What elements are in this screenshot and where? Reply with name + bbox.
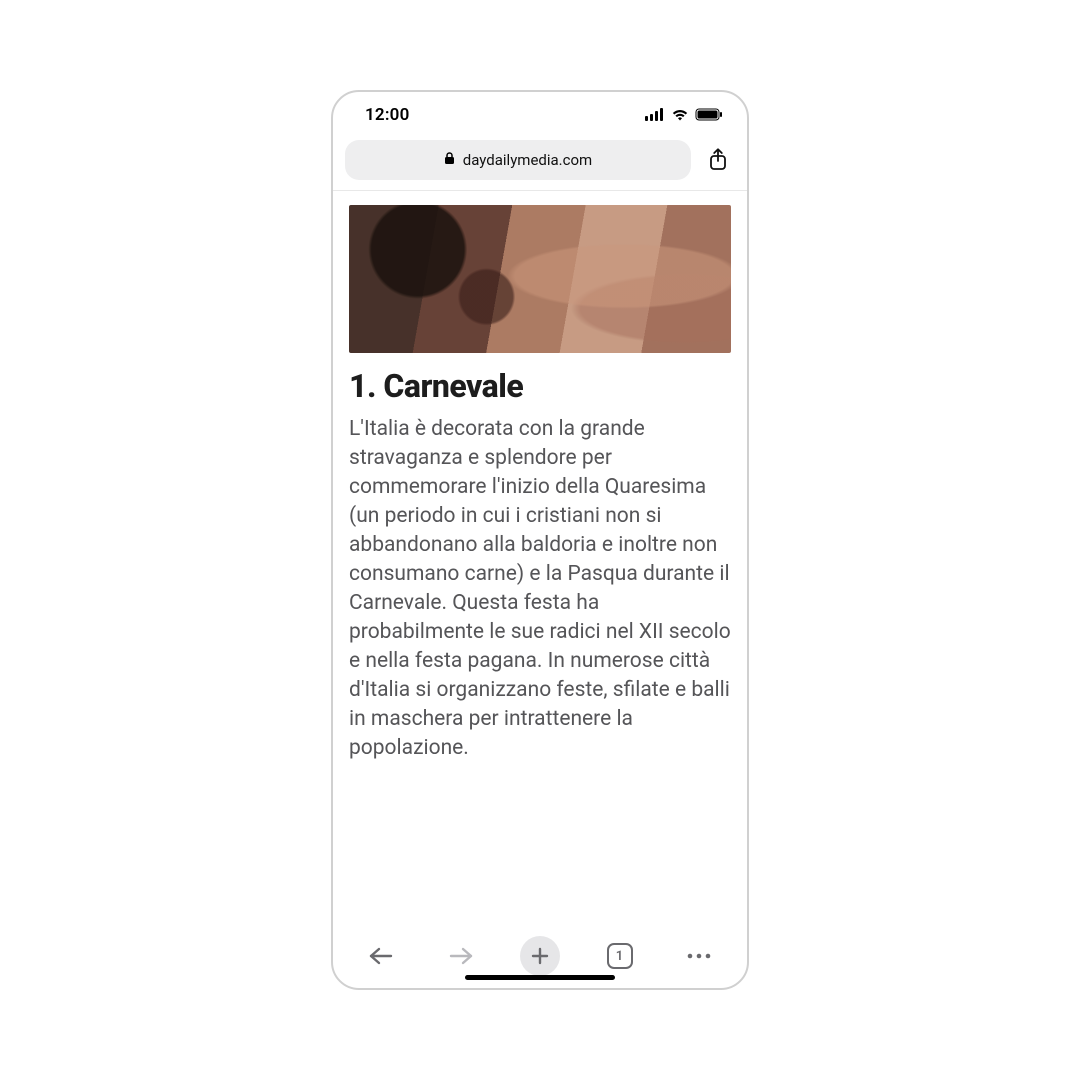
- article-hero-image: [349, 205, 731, 353]
- new-tab-button[interactable]: [520, 936, 560, 976]
- status-time: 12:00: [365, 105, 409, 125]
- share-button[interactable]: [701, 143, 735, 177]
- wifi-icon: [671, 106, 689, 125]
- home-indicator[interactable]: [465, 975, 615, 980]
- battery-icon: [695, 106, 723, 125]
- page-content[interactable]: 1. Carnevale L'Italia è decorata con la …: [333, 191, 747, 924]
- tabs-count-badge: 1: [607, 943, 633, 969]
- url-domain: daydailymedia.com: [463, 151, 592, 169]
- cellular-icon: [645, 106, 665, 125]
- phone-frame: 12:00: [331, 90, 749, 990]
- article-title: 1. Carnevale: [349, 367, 731, 405]
- forward-button[interactable]: [441, 936, 481, 976]
- status-icons: [645, 106, 723, 125]
- article-body: L'Italia è decorata con la grande strava…: [349, 415, 731, 763]
- menu-button[interactable]: [679, 936, 719, 976]
- back-button[interactable]: [361, 936, 401, 976]
- status-bar: 12:00: [333, 92, 747, 138]
- lock-icon: [444, 151, 455, 169]
- tabs-button[interactable]: 1: [600, 936, 640, 976]
- browser-chrome-top: daydailymedia.com: [333, 138, 747, 191]
- address-bar[interactable]: daydailymedia.com: [345, 140, 691, 180]
